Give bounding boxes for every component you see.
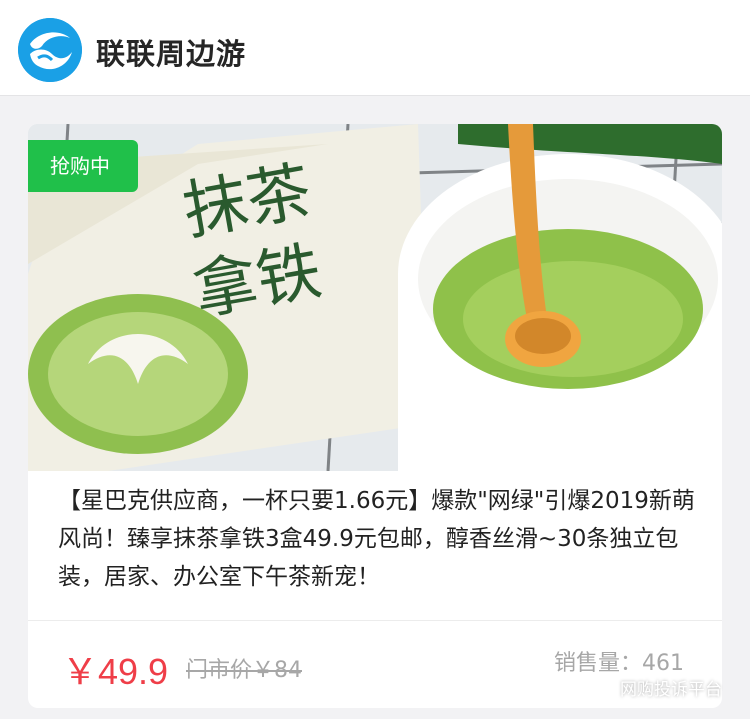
wechat-chat-icon — [586, 676, 612, 698]
watermark: 网购投诉平台 — [586, 672, 722, 702]
brand-logo-icon[interactable] — [18, 18, 82, 82]
watermark-text: 网购投诉平台 — [620, 679, 722, 700]
product-description[interactable]: 【星巴克供应商，一杯只要1.66元】爆款"网绿"引爆2019新萌风尚！臻享抹茶拿… — [58, 482, 698, 596]
brand-title: 联联周边游 — [96, 37, 247, 71]
matcha-latte-photo-icon[interactable]: 抹茶 拿铁 抢购中 — [28, 124, 722, 471]
app-header: 联联周边游 — [0, 0, 750, 96]
product-card[interactable]: 抹茶 拿铁 抢购中 【星巴克供应商，一杯只要1.66元】爆款"网绿"引爆2019… — [28, 124, 722, 708]
sale-price: ￥49.9 — [62, 651, 169, 692]
original-price: 门市价￥84 — [186, 658, 302, 683]
divider — [28, 620, 722, 621]
status-badge: 抢购中 — [28, 140, 138, 192]
